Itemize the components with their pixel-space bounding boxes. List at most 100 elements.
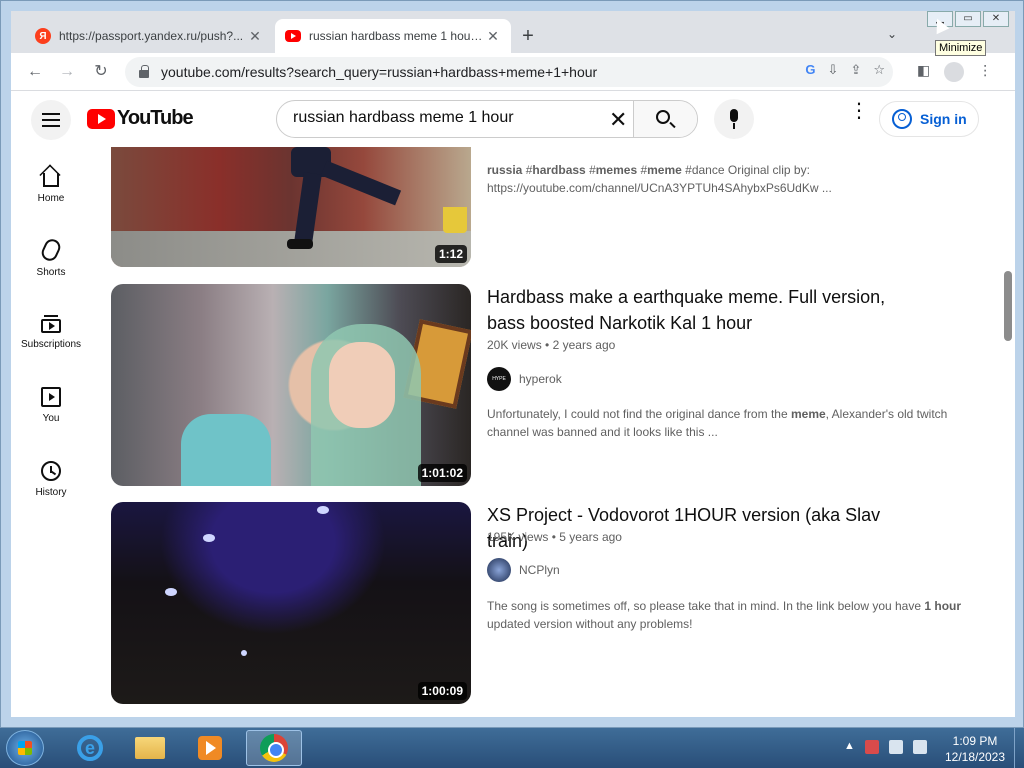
tab-title: russian hardbass meme 1 hour - YouTube xyxy=(309,29,485,43)
side-panel-icon[interactable]: ◧ xyxy=(917,62,930,82)
view-count: 20K views xyxy=(487,338,542,352)
tab-strip: Я https://passport.yandex.ru/push?... ✕ … xyxy=(11,11,1015,53)
sidebar-label: Subscriptions xyxy=(20,339,82,350)
system-tray: ▲ xyxy=(844,740,927,754)
folder-icon xyxy=(135,737,165,759)
taskbar-file-explorer[interactable] xyxy=(122,730,178,766)
forward-arrow-icon[interactable]: → xyxy=(57,62,77,82)
meta-separator: • xyxy=(545,338,550,352)
lock-icon[interactable] xyxy=(139,65,149,78)
url-text: youtube.com/results?search_query=russian… xyxy=(161,64,598,80)
close-icon[interactable]: ✕ xyxy=(247,28,263,45)
view-count: 195K views xyxy=(487,530,549,544)
youtube-icon xyxy=(285,30,301,42)
maximize-button[interactable]: ▭ xyxy=(955,11,981,27)
youtube-page: YouTube ✕ ⋮ Sign in Home xyxy=(11,91,1015,717)
channel-avatar[interactable] xyxy=(487,558,511,582)
video-title-link[interactable]: Hardbass make a earthquake meme. Full ve… xyxy=(487,284,917,336)
clock-time: 1:09 PM xyxy=(952,734,998,748)
channel-avatar[interactable]: HYPE xyxy=(487,367,511,391)
chevron-down-icon[interactable]: ⌄ xyxy=(887,27,897,41)
sign-in-button[interactable]: Sign in xyxy=(879,101,979,137)
youtube-play-icon xyxy=(87,108,115,129)
scrollbar-thumb[interactable] xyxy=(1004,271,1012,341)
new-tab-button[interactable]: + xyxy=(517,25,539,47)
page-scrollbar[interactable] xyxy=(1001,147,1015,717)
video-meta: 20K views • 2 years ago xyxy=(487,338,615,352)
upload-age: 2 years ago xyxy=(552,338,616,352)
subscriptions-icon xyxy=(41,315,61,333)
sidebar-label: History xyxy=(35,487,67,498)
video-description: The song is sometimes off, so please tak… xyxy=(487,599,962,631)
channel-link[interactable]: NCPlyn xyxy=(487,558,560,582)
menu-kebab-icon[interactable]: ⋮ xyxy=(978,62,992,82)
sidebar-item-subscriptions[interactable]: Subscriptions xyxy=(11,295,91,365)
install-icon[interactable]: ⇩ xyxy=(828,62,839,78)
sign-in-label: Sign in xyxy=(920,111,967,127)
reload-icon[interactable]: ↻ xyxy=(91,62,111,82)
video-thumbnail[interactable]: 1:00:09 xyxy=(111,502,471,704)
video-thumbnail[interactable]: 1:01:02 xyxy=(111,284,471,486)
bookmark-star-icon[interactable]: ☆ xyxy=(873,62,885,78)
tab-youtube[interactable]: russian hardbass meme 1 hour - YouTube ✕ xyxy=(275,19,511,53)
search-box: ✕ xyxy=(276,100,698,138)
sidebar-item-shorts[interactable]: Shorts xyxy=(11,221,91,291)
omnibox-actions: G ⇩ ⇪ ☆ xyxy=(805,62,885,78)
video-duration: 1:00:09 xyxy=(417,682,467,700)
video-title-link[interactable]: XS Project - Vodovorot 1HOUR version (ak… xyxy=(487,502,917,554)
channel-link[interactable]: HYPE hyperok xyxy=(487,367,562,391)
profile-avatar-icon[interactable] xyxy=(944,62,965,82)
close-icon[interactable]: ✕ xyxy=(485,28,501,45)
meta-separator: • xyxy=(551,530,556,544)
taskbar-media-player[interactable] xyxy=(182,730,238,766)
mini-sidebar: Home Shorts Subscriptions You History xyxy=(11,147,91,717)
browser-window: Я https://passport.yandex.ru/push?... ✕ … xyxy=(0,0,1024,728)
search-button[interactable] xyxy=(633,101,697,137)
settings-kebab-icon[interactable]: ⋮ xyxy=(849,101,869,121)
video-description: Unfortunately, I could not find the orig… xyxy=(487,407,948,439)
search-icon xyxy=(656,110,670,124)
microphone-icon[interactable] xyxy=(714,99,754,139)
channel-name[interactable]: NCPlyn xyxy=(519,563,560,577)
sidebar-item-you[interactable]: You xyxy=(11,369,91,439)
back-arrow-icon[interactable]: ← xyxy=(25,62,45,82)
channel-name[interactable]: hyperok xyxy=(519,372,562,386)
clock-date: 12/18/2023 xyxy=(944,750,1006,764)
start-button[interactable] xyxy=(6,730,44,766)
chrome-icon xyxy=(260,734,288,762)
tray-expand-icon[interactable]: ▲ xyxy=(844,740,855,754)
toolbar-right: ◧ ⋮ xyxy=(917,62,992,82)
video-thumbnail[interactable]: 1:12 xyxy=(111,147,471,267)
close-window-button[interactable]: ✕ xyxy=(983,11,1009,27)
volume-muted-icon[interactable] xyxy=(912,740,927,754)
upload-age: 5 years ago xyxy=(559,530,622,544)
taskbar-clock[interactable]: 1:09 PM 12/18/2023 xyxy=(938,733,1012,765)
sidebar-item-home[interactable]: Home xyxy=(11,147,91,217)
sidebar-item-history[interactable]: History xyxy=(11,443,91,513)
logo-text: YouTube xyxy=(117,107,194,129)
tooltip: Minimize xyxy=(935,40,987,56)
action-center-icon[interactable] xyxy=(864,740,879,754)
yandex-icon: Я xyxy=(35,28,51,44)
youtube-logo[interactable]: YouTube xyxy=(87,107,194,130)
clear-search-icon[interactable]: ✕ xyxy=(609,107,627,133)
account-icon xyxy=(892,109,912,129)
internet-explorer-icon: e xyxy=(77,735,103,761)
video-meta: 195K views • 5 years ago xyxy=(487,530,622,544)
sidebar-label: You xyxy=(42,413,60,424)
you-icon xyxy=(41,387,61,407)
taskbar-internet-explorer[interactable]: e xyxy=(62,730,118,766)
tab-title: https://passport.yandex.ru/push?... xyxy=(59,29,244,43)
sidebar-label: Shorts xyxy=(36,267,66,278)
menu-hamburger-icon[interactable] xyxy=(31,100,71,140)
google-icon[interactable]: G xyxy=(805,62,815,78)
show-desktop-button[interactable] xyxy=(1014,728,1024,768)
video-duration: 1:12 xyxy=(434,245,467,263)
address-bar[interactable]: youtube.com/results?search_query=russian… xyxy=(125,57,893,87)
youtube-header: YouTube ✕ ⋮ Sign in xyxy=(11,91,1015,147)
share-icon[interactable]: ⇪ xyxy=(850,62,861,78)
search-input[interactable] xyxy=(293,109,593,127)
taskbar-chrome[interactable] xyxy=(246,730,302,766)
tab-yandex[interactable]: Я https://passport.yandex.ru/push?... ✕ xyxy=(25,19,273,53)
network-icon[interactable] xyxy=(888,740,903,754)
